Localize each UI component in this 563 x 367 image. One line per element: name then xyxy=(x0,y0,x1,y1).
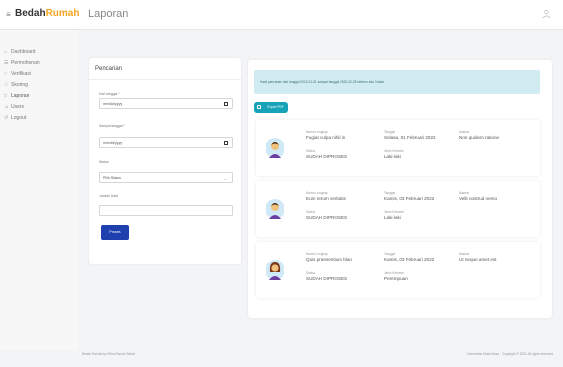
sidebar-item-logout[interactable]: ↺ Logout xyxy=(4,115,26,121)
sidebar: ⌂ Dashboard ☰ Permohonan ○ Verifikasi ☆ Skor… xyxy=(0,30,78,350)
search-card-title: Pencarian xyxy=(89,58,241,80)
male-avatar-icon xyxy=(266,199,284,219)
result-name: Eum rerum veritatis xyxy=(306,196,346,201)
export-pdf-button[interactable]: Export PDF xyxy=(254,102,288,113)
from-date-label: Dari tanggal * xyxy=(99,92,120,96)
result-date: Kamis, 03 Februari 2022 xyxy=(384,196,435,201)
status-select[interactable]: Pilih Status ⌄ xyxy=(99,172,233,183)
result-status: SUDAH DIPROSES xyxy=(306,215,348,220)
female-avatar-icon xyxy=(266,260,284,280)
to-date-label: Sampai tanggal * xyxy=(99,124,125,128)
sidebar-item-dashboard[interactable]: ⌂ Dashboard xyxy=(4,49,35,55)
check-icon: ○ xyxy=(4,70,8,77)
result-date: Kamis, 03 Februari 2022 xyxy=(384,257,435,262)
data-count-input[interactable] xyxy=(99,205,233,216)
process-button[interactable]: Proses xyxy=(101,225,129,240)
footer-right: Universitas Mulia Nusa · Copyright © 202… xyxy=(466,352,554,356)
result-address: Non quidem ratione xyxy=(459,135,500,140)
top-bar: ≡ BedahRumah Laporan xyxy=(0,0,563,30)
brand-accent: Rumah xyxy=(45,8,80,19)
search-result-alert: Hasil pencarian dari tanggal 2022-01-01 … xyxy=(254,70,540,94)
result-item: Nama Lengkap Eum rerum veritatis Tanggal K… xyxy=(256,181,540,237)
data-count-label: Jumlah Data xyxy=(99,194,119,198)
brand-prefix: Bedah xyxy=(15,8,46,19)
sidebar-item-users[interactable]: ☺ Users xyxy=(4,104,24,110)
result-address: Velit nostrud nemo xyxy=(459,196,498,201)
file-icon: ☰ xyxy=(4,59,9,66)
page-title: Laporan xyxy=(88,8,129,20)
result-status: SUDAH DIPROSES xyxy=(306,154,348,159)
menu-icon[interactable]: ≡ xyxy=(6,10,11,19)
result-gender: Laki-laki xyxy=(384,154,401,159)
to-date-input[interactable]: mm/dd/yyyy xyxy=(99,137,233,148)
calendar-icon[interactable] xyxy=(224,141,228,145)
brand-logo[interactable]: BedahRumah xyxy=(15,8,79,19)
status-label: Status xyxy=(99,160,109,164)
home-icon: ⌂ xyxy=(4,48,8,55)
result-name: Fugiat culpa nihil in xyxy=(306,135,346,140)
from-date-input[interactable]: mm/dd/yyyy xyxy=(99,98,233,109)
result-address: Ut neque amet est xyxy=(459,257,497,262)
result-status: SUDAH DIPROSES xyxy=(306,276,348,281)
calendar-icon[interactable] xyxy=(224,102,228,106)
printer-icon xyxy=(257,105,261,109)
result-gender: Perempuan xyxy=(384,276,408,281)
sidebar-item-permohonan[interactable]: ☰ Permohonan xyxy=(4,60,40,66)
report-icon: □ xyxy=(4,92,8,99)
result-item: Nama Lengkap Fugiat culpa nihil in Tangga… xyxy=(256,120,540,176)
logout-icon: ↺ xyxy=(4,114,9,121)
star-icon: ☆ xyxy=(4,81,9,88)
footer-left: Bedah Rumah by Mitra Rumah Sehat xyxy=(82,352,135,356)
sidebar-item-skoring[interactable]: ☆ Skoring xyxy=(4,82,28,88)
sidebar-item-verifikasi[interactable]: ○ Verifikasi xyxy=(4,71,31,77)
sidebar-item-laporan[interactable]: □ Laporan xyxy=(4,93,29,99)
result-item: Nama Lengkap Quis praesentium blan Tangga… xyxy=(256,242,540,298)
users-icon: ☺ xyxy=(4,103,10,110)
chevron-down-icon: ⌄ xyxy=(223,176,227,181)
male-avatar-icon xyxy=(266,138,284,158)
result-date: Selasa, 01 Februari 2022 xyxy=(384,135,436,140)
result-name: Quis praesentium blan xyxy=(306,257,352,262)
result-gender: Laki-laki xyxy=(384,215,401,220)
user-icon[interactable] xyxy=(542,9,551,19)
